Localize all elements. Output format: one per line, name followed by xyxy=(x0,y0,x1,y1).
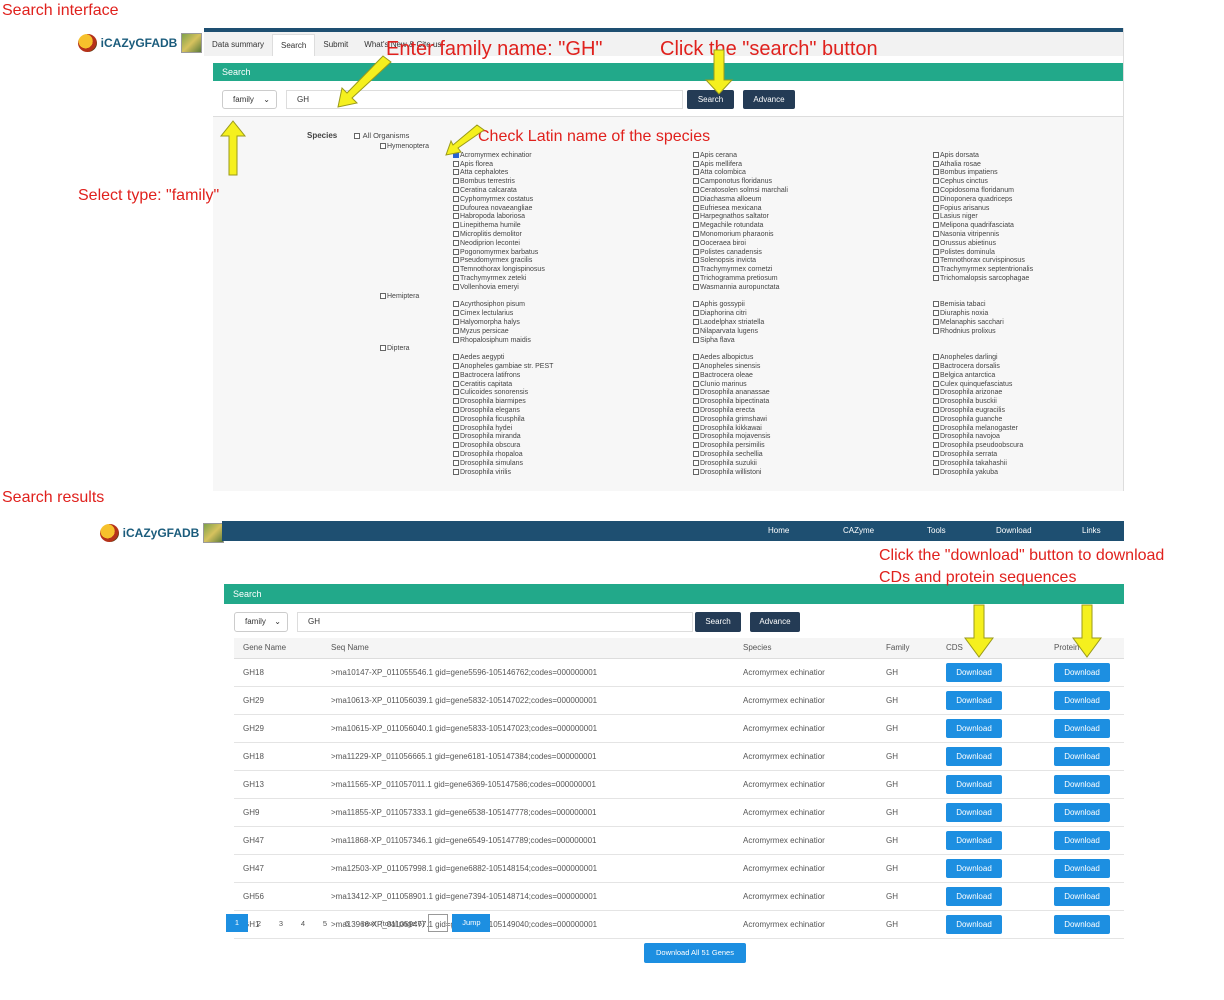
yellow-arrows xyxy=(219,49,1102,658)
arrow-protein-icon xyxy=(1072,604,1102,658)
arrow-check-icon xyxy=(445,124,485,156)
arrow-select-icon xyxy=(219,120,247,176)
arrow-search-icon xyxy=(704,49,734,95)
arrow-cds-icon xyxy=(964,604,994,658)
arrow-enter-family-icon xyxy=(337,55,392,108)
